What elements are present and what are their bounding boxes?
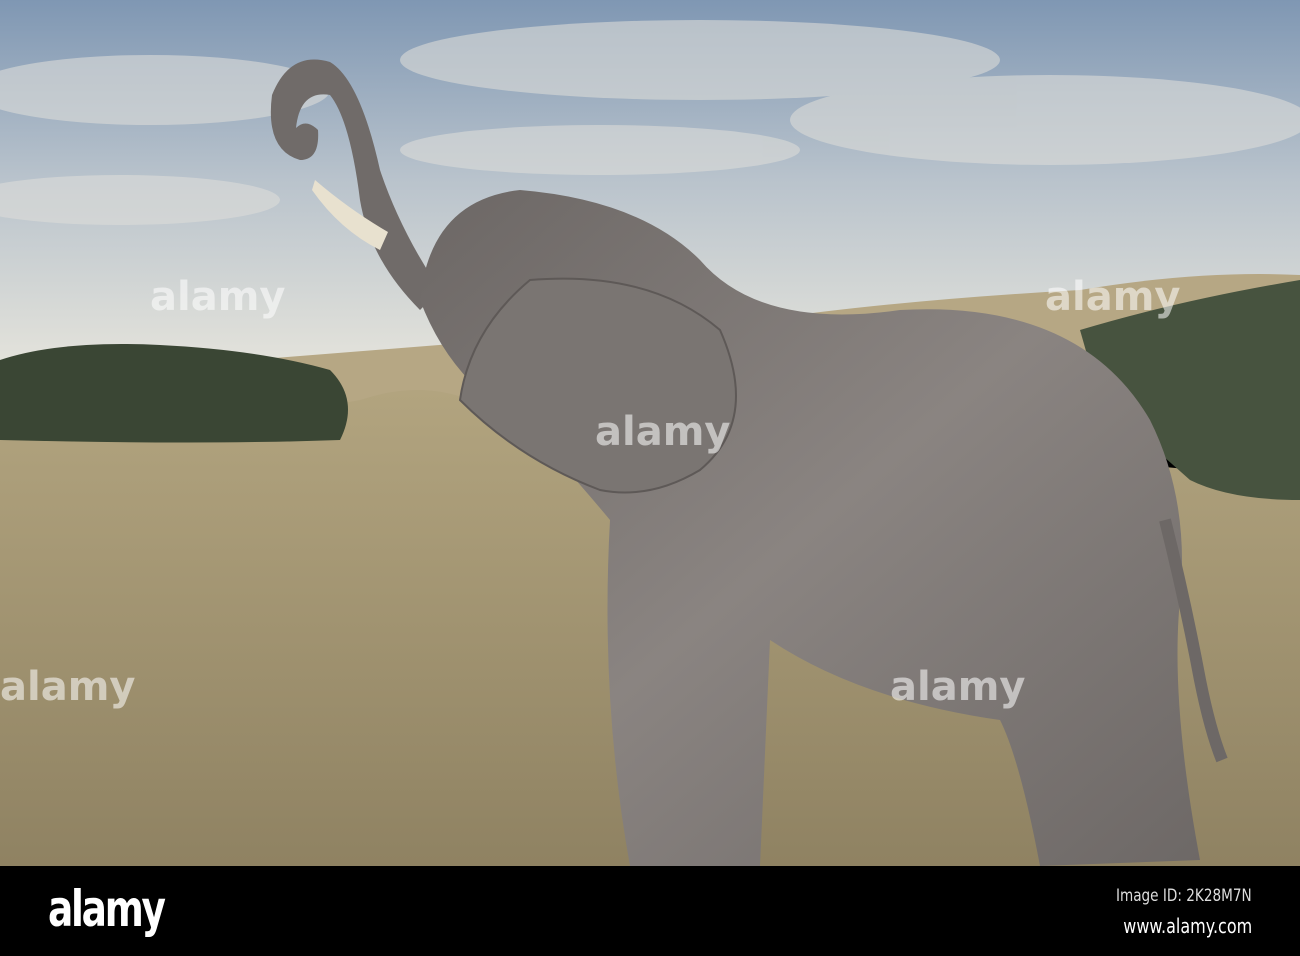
watermark: alamy (0, 664, 135, 710)
footer-bar: alamy Image ID: 2K28M7N www.alamy.com (0, 866, 1300, 956)
watermark: alamy (595, 409, 730, 455)
watermark: alamy (1045, 274, 1180, 320)
alamy-logo: alamy (48, 880, 166, 938)
watermark: alamy (150, 274, 285, 320)
website-link: www.alamy.com (1123, 914, 1252, 938)
image-id: Image ID: 2K28M7N (1116, 886, 1252, 906)
elephant-photo: alamy alamy alamy alamy alamy (0, 0, 1300, 866)
watermark: alamy (890, 664, 1025, 710)
